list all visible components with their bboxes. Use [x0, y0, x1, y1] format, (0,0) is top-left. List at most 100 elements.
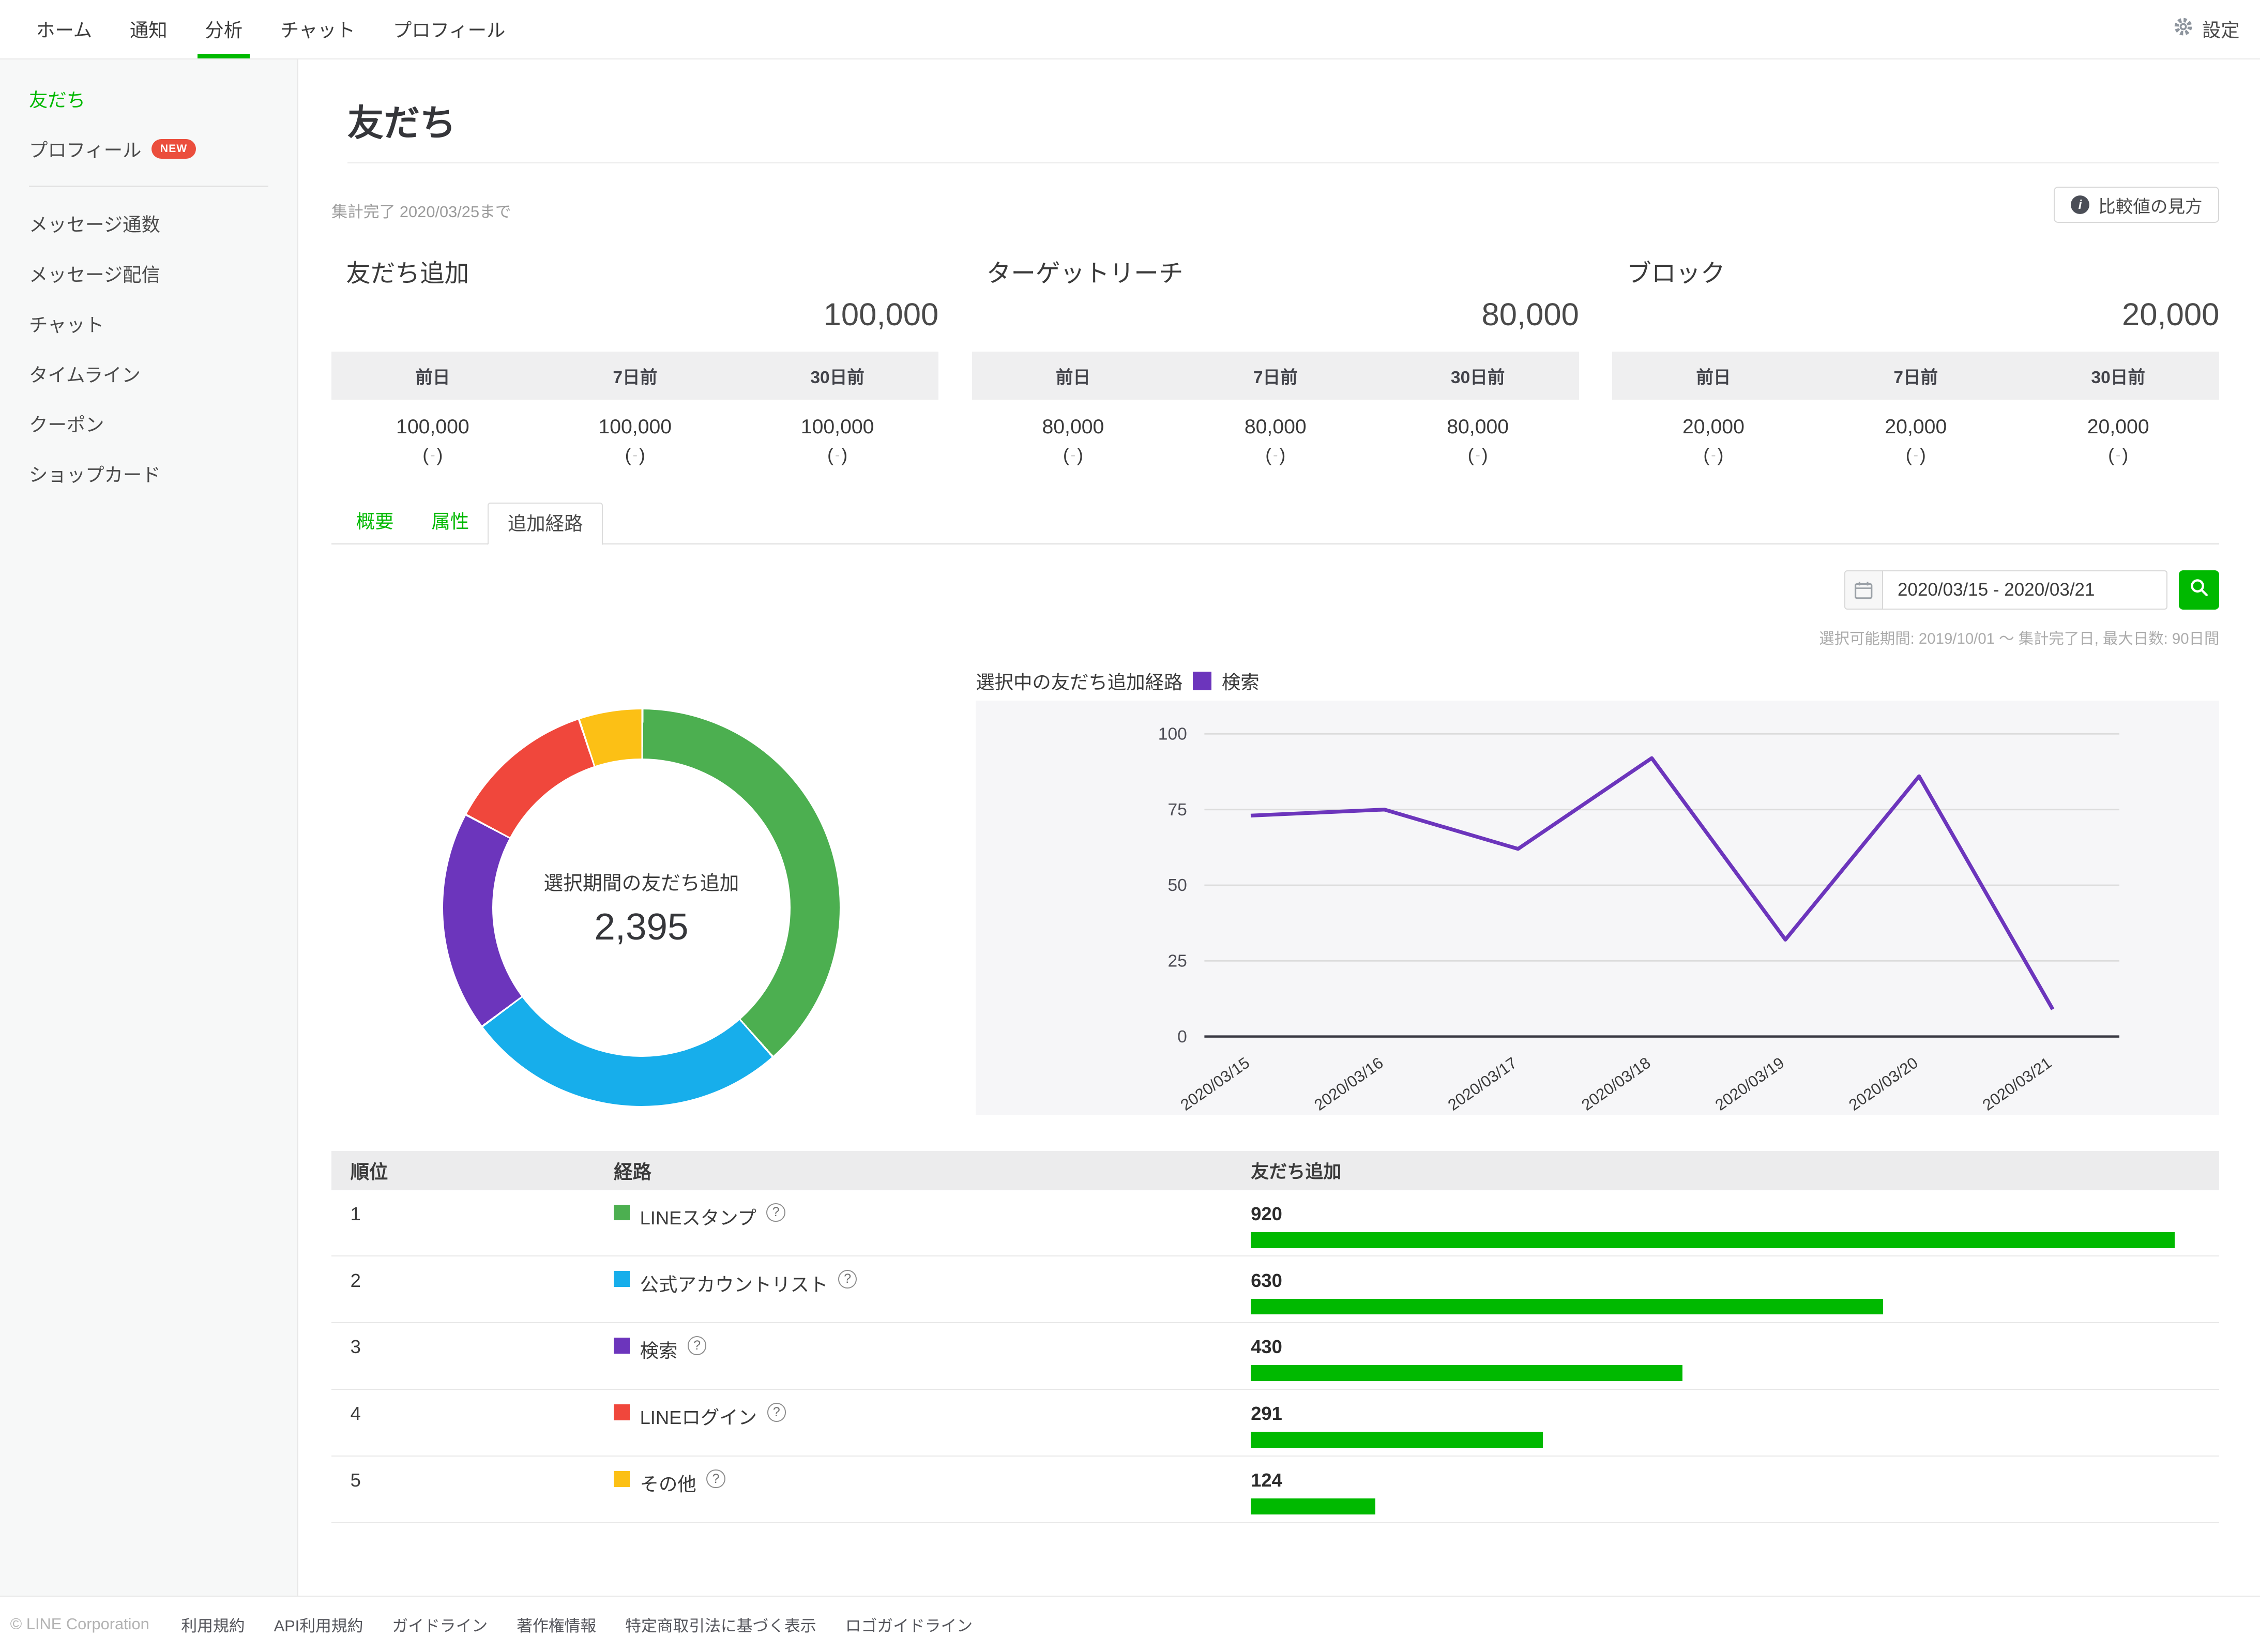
help-icon[interactable]: ?: [767, 1403, 786, 1421]
donut-center-value: 2,395: [594, 905, 688, 948]
route-color-swatch: [614, 1271, 630, 1287]
value-cell: 430: [1251, 1336, 2219, 1389]
nav-item-home[interactable]: ホーム: [22, 0, 107, 58]
route-ranking-table: 順位 経路 友だち追加 1 LINEスタンプ ? 920 2: [331, 1151, 2219, 1523]
search-icon: [2190, 578, 2208, 601]
table-bar: [1251, 1498, 1375, 1514]
help-icon[interactable]: ?: [838, 1270, 857, 1289]
comparison-value: (-): [972, 444, 1174, 466]
calendar-icon[interactable]: [1844, 570, 1882, 610]
route-cell: その他 ?: [614, 1469, 1251, 1522]
top-navigation: ホーム 通知 分析 チャット プロフィール 設定: [0, 0, 2260, 59]
route-cell: LINEスタンプ ?: [614, 1203, 1251, 1256]
comparison-value: (-): [1815, 444, 2017, 466]
tab-overview[interactable]: 概要: [337, 502, 413, 543]
rank-cell: 2: [331, 1270, 614, 1323]
help-icon[interactable]: ?: [766, 1203, 785, 1222]
route-label: その他: [640, 1469, 696, 1496]
stat-values: 20,000(-) 20,000(-) 20,000(-): [1612, 400, 2219, 486]
footer-link-guidelines[interactable]: ガイドライン: [392, 1613, 488, 1636]
line-chart-legend: 選択中の友だち追加経路 検索: [976, 668, 1259, 694]
comparison-help-button[interactable]: i 比較値の見方: [2054, 187, 2219, 223]
line-chart-panel: 10075502502020/03/152020/03/162020/03/17…: [976, 701, 2219, 1115]
svg-text:100: 100: [1158, 725, 1187, 744]
stat-card-friend-adds: 友だち追加 100,000 前日 7日前 30日前 100,000(-) 100…: [331, 253, 938, 486]
info-icon: i: [2071, 195, 2089, 214]
comparison-value: (-): [331, 444, 534, 466]
date-range-hint: 選択可能期間: 2019/10/01 ～ 集計完了日, 最大日数: 90日間: [1819, 627, 2219, 648]
sidebar-item-message-delivery[interactable]: メッセージ配信: [0, 249, 297, 299]
route-cell: 検索 ?: [614, 1336, 1251, 1389]
route-color-swatch: [614, 1338, 630, 1354]
footer-link-terms[interactable]: 利用規約: [181, 1613, 245, 1636]
svg-text:2020/03/15: 2020/03/15: [1177, 1054, 1253, 1114]
sidebar-item-chat[interactable]: チャット: [0, 299, 297, 349]
footer-link-logo-guidelines[interactable]: ロゴガイドライン: [845, 1613, 973, 1636]
stat-column-headers: 前日 7日前 30日前: [972, 352, 1579, 399]
page-footer: © LINE Corporation 利用規約 API利用規約 ガイドライン 著…: [0, 1596, 2260, 1652]
stat-card-target-reach: ターゲットリーチ 80,000 前日 7日前 30日前 80,000(-) 80…: [972, 253, 1579, 486]
route-color-swatch: [614, 1205, 630, 1221]
nav-item-notifications[interactable]: 通知: [115, 0, 182, 58]
comparison-value: (-): [1174, 444, 1376, 466]
table-bar: [1251, 1365, 1682, 1381]
route-label: 検索: [640, 1336, 678, 1363]
rank-cell: 4: [331, 1403, 614, 1456]
title-divider: [347, 162, 2219, 164]
route-cell: 公式アカウントリスト ?: [614, 1270, 1251, 1323]
stat-column-headers: 前日 7日前 30日前: [331, 352, 938, 399]
route-color-swatch: [614, 1404, 630, 1420]
nav-item-profile[interactable]: プロフィール: [378, 0, 520, 58]
stat-card-blocks: ブロック 20,000 前日 7日前 30日前 20,000(-) 20,000…: [1612, 253, 2219, 486]
footer-link-commerce-law[interactable]: 特定商取引法に基づく表示: [625, 1613, 816, 1636]
route-cell: LINEログイン ?: [614, 1403, 1251, 1456]
stat-total: 100,000: [331, 296, 938, 333]
date-range-input[interactable]: [1882, 570, 2167, 610]
svg-text:2020/03/20: 2020/03/20: [1846, 1054, 1921, 1114]
svg-text:2020/03/19: 2020/03/19: [1712, 1054, 1787, 1114]
svg-text:75: 75: [1168, 800, 1187, 820]
sidebar-item-shop-card[interactable]: ショップカード: [0, 449, 297, 499]
table-bar: [1251, 1432, 1543, 1448]
tab-add-route[interactable]: 追加経路: [488, 503, 602, 544]
stat-values: 80,000(-) 80,000(-) 80,000(-): [972, 400, 1579, 486]
help-icon[interactable]: ?: [706, 1469, 725, 1488]
footer-link-copyright-info[interactable]: 著作権情報: [517, 1613, 596, 1636]
route-label: LINEログイン: [640, 1403, 757, 1430]
rank-cell: 5: [331, 1469, 614, 1522]
settings-button[interactable]: 設定: [2173, 0, 2260, 58]
analytics-tabs: 概要 属性 追加経路: [331, 503, 2219, 544]
legend-title: 選択中の友だち追加経路: [976, 668, 1182, 694]
tab-attributes[interactable]: 属性: [413, 502, 488, 543]
stat-title: ブロック: [1612, 253, 2219, 289]
date-range-filter: [1844, 570, 2219, 610]
gear-icon: [2173, 17, 2193, 41]
nav-item-analytics[interactable]: 分析: [190, 0, 257, 58]
rank-cell: 1: [331, 1203, 614, 1256]
aggregation-note: 集計完了 2020/03/25まで: [331, 199, 511, 222]
comparison-value: (-): [1612, 444, 1814, 466]
svg-text:0: 0: [1177, 1027, 1187, 1047]
date-search-button[interactable]: [2179, 570, 2219, 610]
sidebar-item-coupon[interactable]: クーポン: [0, 399, 297, 449]
help-icon[interactable]: ?: [688, 1336, 706, 1355]
sidebar-item-friends[interactable]: 友だち: [0, 74, 297, 124]
sidebar-item-timeline[interactable]: タイムライン: [0, 348, 297, 399]
new-badge: NEW: [151, 139, 196, 159]
svg-text:50: 50: [1168, 876, 1187, 895]
donut-center: 選択期間の友だち追加 2,395: [492, 759, 791, 1057]
footer-link-api-terms[interactable]: API利用規約: [274, 1613, 363, 1636]
donut-center-label: 選択期間の友だち追加: [543, 867, 739, 896]
copyright: © LINE Corporation: [10, 1615, 149, 1633]
rank-cell: 3: [331, 1336, 614, 1389]
sidebar-item-message-count[interactable]: メッセージ通数: [0, 199, 297, 249]
table-header-row: 順位 経路 友だち追加: [331, 1151, 2219, 1190]
stat-total: 20,000: [1612, 296, 2219, 333]
nav-item-chat[interactable]: チャット: [266, 0, 370, 58]
comparison-value: (-): [736, 444, 938, 466]
svg-text:2020/03/18: 2020/03/18: [1578, 1054, 1654, 1114]
route-label: 公式アカウントリスト: [640, 1270, 828, 1297]
sidebar-item-profile[interactable]: プロフィール NEW: [0, 124, 297, 174]
analytics-sidebar: 友だち プロフィール NEW メッセージ通数 メッセージ配信 チャット タイムラ…: [0, 59, 298, 1596]
table-row: 1 LINEスタンプ ? 920: [331, 1190, 2219, 1257]
